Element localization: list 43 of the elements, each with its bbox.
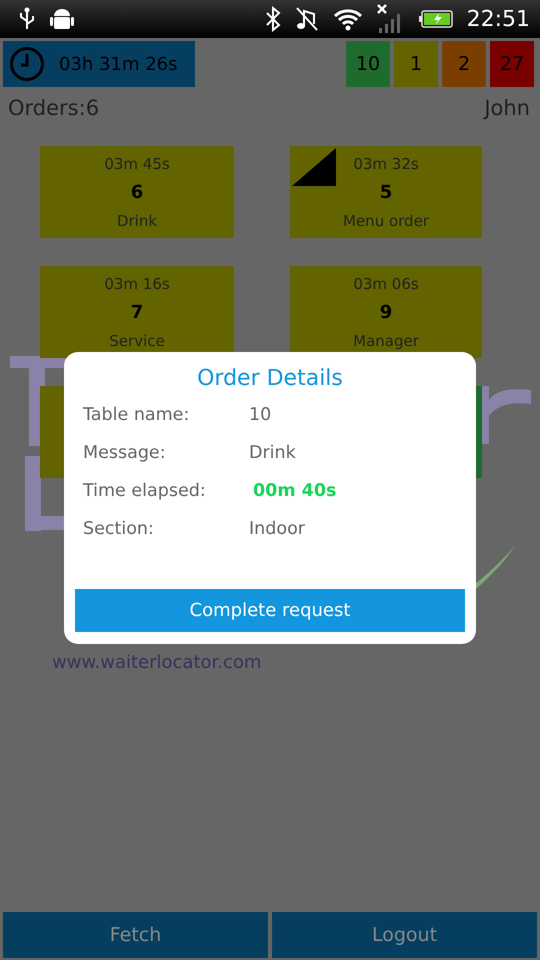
field-value: 00m 40s: [252, 481, 338, 501]
field-label: Time elapsed:: [83, 481, 207, 501]
count-badge: 1: [394, 41, 438, 87]
dialog-title: Order Details: [197, 366, 343, 391]
complete-request-button[interactable]: Complete request: [75, 589, 465, 632]
field-label: Table name:: [83, 405, 190, 425]
tile-message: Menu order: [343, 212, 429, 230]
order-tile[interactable]: 03m 16s 7 Service: [40, 266, 234, 358]
order-tile[interactable]: 03m 06s 9 Manager: [290, 266, 482, 358]
user-name: John: [484, 96, 530, 122]
logout-button[interactable]: Logout: [272, 912, 537, 958]
tile-time: 03m 32s: [353, 154, 419, 172]
fetch-button[interactable]: Fetch: [3, 912, 268, 958]
count-badge: 27: [490, 41, 534, 87]
table-number: 9: [380, 302, 392, 322]
field-label: Message:: [83, 443, 167, 463]
tile-time: 03m 45s: [104, 154, 170, 172]
field-value: Indoor: [249, 519, 306, 539]
order-tile[interactable]: 03m 32s 5 Menu order: [290, 146, 482, 238]
muted-sound-icon: [294, 6, 319, 32]
order-tile[interactable]: 03m 45s 6 Drink: [40, 146, 234, 238]
android-icon: [50, 6, 74, 32]
wifi-icon: [332, 7, 363, 31]
tile-message: Drink: [116, 212, 158, 230]
table-number: 7: [130, 302, 144, 322]
clock: 22:51: [466, 6, 530, 32]
field-value: Drink: [249, 443, 297, 463]
timer-text: 03h 31m 26s: [59, 54, 178, 74]
field-value: 10: [249, 405, 272, 425]
table-number: 6: [130, 182, 144, 202]
tile-time: 03m 06s: [353, 274, 419, 292]
clock-icon: [9, 46, 45, 82]
bluetooth-icon: [264, 6, 281, 32]
battery-charging-icon: [418, 10, 453, 28]
field-label: Section:: [83, 519, 155, 539]
orders-count: Orders:6: [8, 96, 100, 122]
table-number: 5: [380, 182, 392, 202]
tile-time: 03m 16s: [104, 274, 170, 292]
count-badge: 10: [346, 41, 390, 87]
usb-icon: [18, 7, 36, 31]
tile-message: Service: [109, 332, 165, 350]
tile-message: Manager: [353, 332, 419, 350]
count-badge: 2: [442, 41, 486, 87]
